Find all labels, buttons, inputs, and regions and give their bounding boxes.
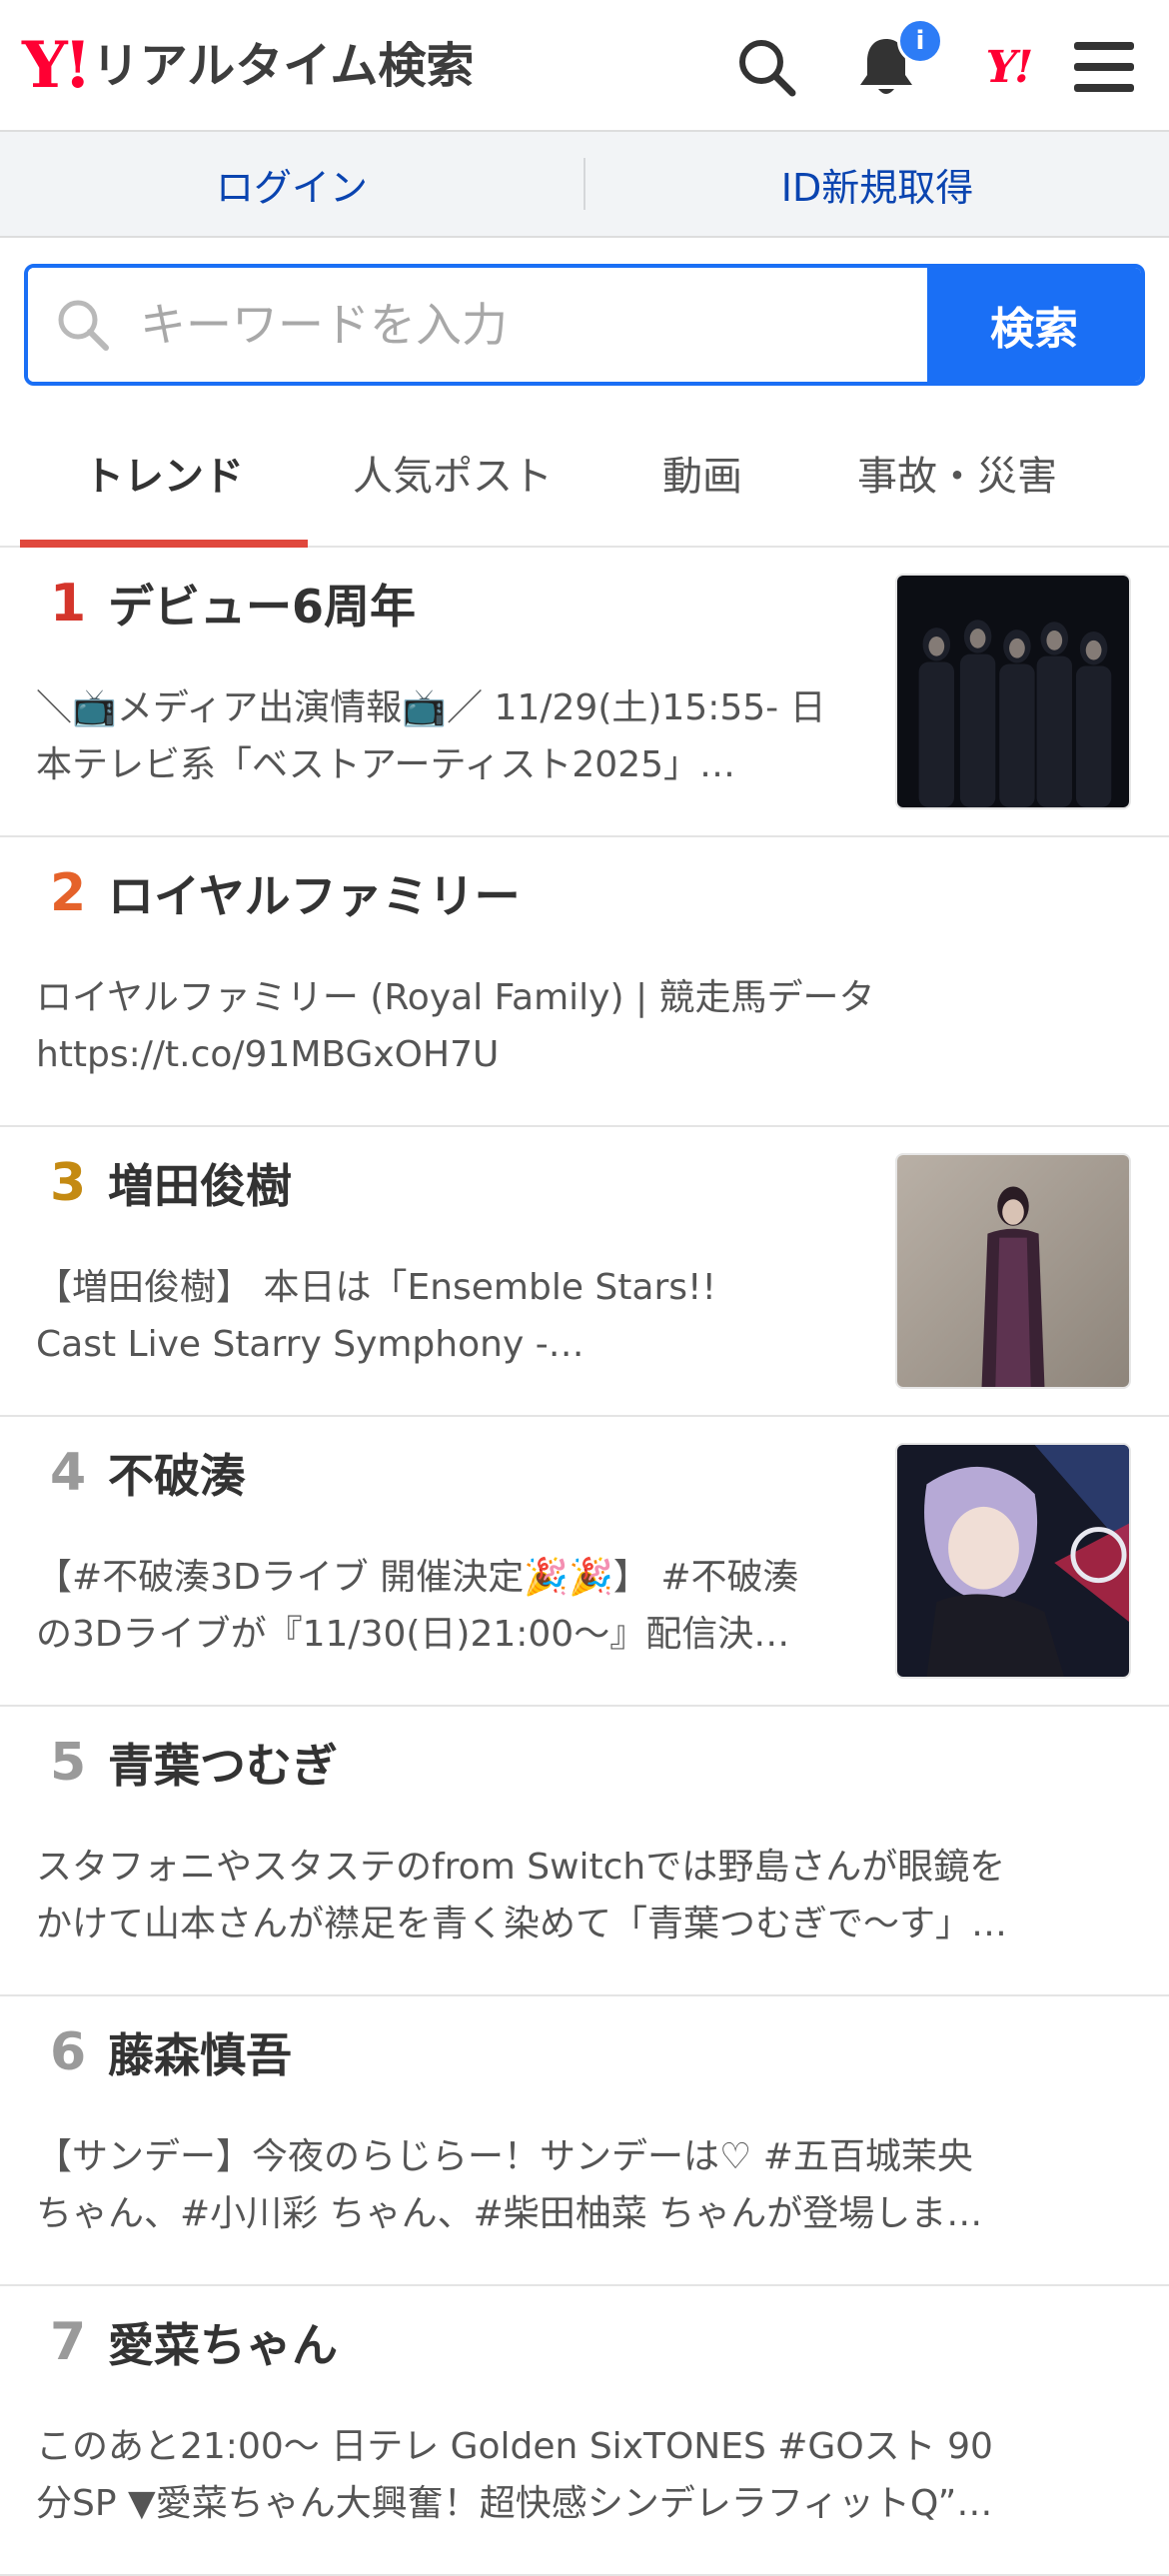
trend-item[interactable]: 6 藤森慎吾 【サンデー】今夜のらじらー！サンデーは♡ #五百城茉央 ちゃん、#… (0, 1996, 1169, 2286)
trend-desc-line: ロイヤルファミリー (Royal Family) | 競走馬データ (36, 977, 875, 1018)
trend-description: 【サンデー】今夜のらじらー！サンデーは♡ #五百城茉央 ちゃん、#小川彩 ちゃん… (36, 2128, 1115, 2242)
logo-text: リアルタイム検索 (91, 38, 475, 94)
search-input[interactable] (138, 297, 927, 353)
search-box: 検索 (24, 264, 1145, 386)
trend-rank: 6 (50, 2022, 87, 2082)
trend-title: ロイヤルファミリー (108, 869, 521, 923)
trend-desc-line: スタフォニやスタステのfrom Switchでは野島さんが眼鏡を (36, 1847, 1006, 1888)
trend-description: ＼📺メディア出演情報📺／ 11/29(土)15:55- 日 本テレビ系「ベストア… (36, 679, 855, 793)
trend-item[interactable]: 2 ロイヤルファミリー ロイヤルファミリー (Royal Family) | 競… (0, 837, 1169, 1127)
trend-item[interactable]: 4 不破湊 【#不破湊3Dライブ 開催決定🎉🎉】 #不破湊 の3Dライブが『11… (0, 1417, 1169, 1707)
trend-desc-line: ちゃん、#小川彩 ちゃん、#柴田柚菜 ちゃんが登場しま… (36, 2193, 983, 2234)
trend-description: 【#不破湊3Dライブ 開催決定🎉🎉】 #不破湊 の3Dライブが『11/30(日)… (36, 1549, 855, 1663)
notification-bell-icon[interactable]: i (851, 18, 943, 102)
trend-rank: 2 (50, 863, 87, 923)
category-tabs: トレンド 人気ポスト 動画 事故・災害 (0, 400, 1169, 548)
trend-description: このあと21:00〜 日テレ Golden SixTONES #GOスト 90 … (36, 2418, 1115, 2532)
trend-thumbnail-group-photo (895, 574, 1131, 809)
login-link[interactable]: ログイン (0, 132, 584, 236)
trend-rank: 3 (50, 1153, 87, 1213)
trend-title: 愛菜ちゃん (108, 2318, 338, 2372)
trend-desc-line: 分SP ▼愛菜ちゃん大興奮！超快感シンデレラフィットQ”… (36, 2483, 993, 2524)
search-icon[interactable] (731, 32, 801, 102)
trend-list: 1 デビュー6周年 ＼📺メディア出演情報📺／ 11/29(土)15:55- 日 … (0, 548, 1169, 2576)
yahoo-logo-mark: Y! (22, 28, 92, 103)
trend-title: 青葉つむぎ (108, 1739, 338, 1793)
register-link[interactable]: ID新規取得 (585, 132, 1169, 236)
trend-desc-line: Cast Live Starry Symphony -… (36, 1324, 584, 1365)
yahoo-realtime-logo[interactable]: Y! リアルタイム検索 (22, 26, 474, 106)
trend-desc-line: このあと21:00〜 日テレ Golden SixTONES #GOスト 90 (36, 2426, 993, 2467)
trend-item[interactable]: 7 愛菜ちゃん このあと21:00〜 日テレ Golden SixTONES #… (0, 2286, 1169, 2576)
yj-logo-text: Y! (985, 41, 1034, 93)
trend-desc-line: https://t.co/91MBGxOH7U (36, 1034, 500, 1075)
trend-desc-line: 【サンデー】今夜のらじらー！サンデーは♡ #五百城茉央 (36, 2136, 973, 2177)
search-button[interactable]: 検索 (927, 268, 1141, 382)
tab-videos[interactable]: 動画 (597, 400, 807, 546)
notification-badge: i (897, 18, 943, 64)
trend-thumbnail-person-photo (895, 1153, 1131, 1389)
trend-title: デビュー6周年 (108, 580, 417, 634)
trend-title: 増田俊樹 (108, 1159, 292, 1213)
trend-desc-line: ＼📺メディア出演情報📺／ 11/29(土)15:55- 日 (36, 687, 826, 728)
yahoo-japan-icon[interactable]: Y! (967, 32, 1049, 102)
trend-rank: 7 (50, 2312, 87, 2372)
trend-description: ロイヤルファミリー (Royal Family) | 競走馬データ https:… (36, 969, 1115, 1083)
trend-thumbnail-anime-art (895, 1443, 1131, 1679)
trend-desc-line: 本テレビ系「ベストアーティスト2025」… (36, 744, 736, 785)
search-field-icon (28, 297, 138, 353)
trend-desc-line: 【#不破湊3Dライブ 開催決定🎉🎉】 #不破湊 (36, 1557, 799, 1598)
hamburger-menu-icon[interactable] (1069, 32, 1139, 102)
trend-title: 藤森慎吾 (108, 2028, 292, 2082)
app-header: Y! リアルタイム検索 i Y! (0, 0, 1169, 132)
trend-desc-line: かけて山本さんが襟足を青く染めて「青葉つむぎで〜す」… (36, 1904, 1008, 1944)
login-bar: ログイン ID新規取得 (0, 132, 1169, 238)
trend-item[interactable]: 1 デビュー6周年 ＼📺メディア出演情報📺／ 11/29(土)15:55- 日 … (0, 548, 1169, 837)
tab-accidents-disasters[interactable]: 事故・災害 (807, 400, 1107, 546)
trend-rank: 5 (50, 1733, 87, 1793)
trend-rank: 1 (50, 574, 87, 634)
trend-desc-line: 【増田俊樹】 本日は「Ensemble Stars!! (36, 1267, 716, 1308)
search-field (28, 268, 927, 382)
trend-description: スタフォニやスタステのfrom Switchでは野島さんが眼鏡を かけて山本さん… (36, 1839, 1115, 1952)
trend-description: 【増田俊樹】 本日は「Ensemble Stars!! Cast Live St… (36, 1259, 855, 1373)
trend-desc-line: の3Dライブが『11/30(日)21:00〜』配信決… (36, 1614, 790, 1655)
trend-item[interactable]: 5 青葉つむぎ スタフォニやスタステのfrom Switchでは野島さんが眼鏡を… (0, 1707, 1169, 1996)
trend-rank: 4 (50, 1443, 87, 1503)
trend-item[interactable]: 3 増田俊樹 【増田俊樹】 本日は「Ensemble Stars!! Cast … (0, 1127, 1169, 1417)
tab-trend[interactable]: トレンド (20, 400, 308, 548)
trend-title: 不破湊 (108, 1449, 246, 1503)
tab-popular-posts[interactable]: 人気ポスト (308, 400, 597, 546)
